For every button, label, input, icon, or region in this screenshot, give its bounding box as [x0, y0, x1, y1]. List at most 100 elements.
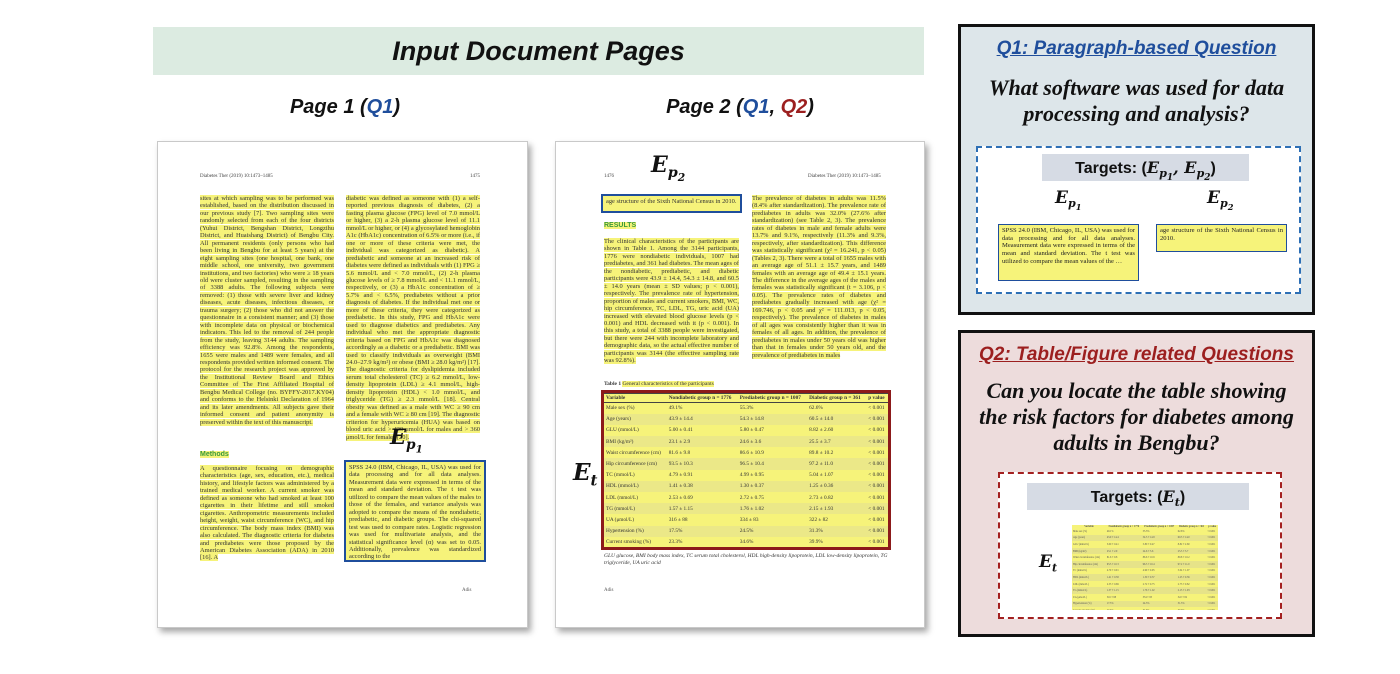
- table-row: UA (μmol/L) 316 ± 88 334 ± 83 322 ± 82 < 0.0…: [604, 514, 888, 525]
- table-cell: 60.5 ± 14.0: [807, 413, 867, 425]
- mini-table-row: Waist circumference (cm) 81.6 ± 9.8 86.6 ±…: [1072, 554, 1218, 561]
- table-header-cell: Nondiabetic group n = 1776: [1108, 525, 1140, 528]
- page1-column1-text: sites at which sampling was to be perfor…: [200, 195, 334, 426]
- table-cell: LDL (mmol/L): [1073, 582, 1089, 586]
- q2-mini-table-header: Variable Nondiabetic group n = 1776 Predia…: [1072, 525, 1218, 528]
- table-cell: 31.3%: [1176, 600, 1207, 608]
- page1-label-suffix: ): [393, 96, 401, 118]
- table-cell: TC (mmol/L): [606, 472, 635, 479]
- table-cell: < 0.001: [1207, 556, 1216, 560]
- table-cell: 1.41 ± 0.38: [666, 480, 738, 492]
- q2-title: Q2: Table/Figure related Questions: [979, 344, 1294, 365]
- mini-table-row: Hip circumference (cm) 93.5 ± 10.3 96.5 ± …: [1072, 560, 1218, 568]
- page1-column2-text: diabetic was defined as someone with (1)…: [346, 195, 480, 441]
- page2-column2-text: The prevalence of diabetes in adults was…: [752, 195, 886, 359]
- mini-table-row: BMI (kg/m²) 23.1 ± 2.9 24.6 ± 3.6 25.5 ± 3.…: [1072, 547, 1218, 555]
- document-page-2: 1476 Diabetes Ther (2019) 10:1473–1485 a…: [555, 141, 925, 628]
- table-cell: GLU (mmol/L): [1073, 542, 1090, 546]
- table-cell: LDL (mmol/L): [606, 494, 639, 501]
- table-cell: 2.53 ± 0.69: [1106, 582, 1119, 586]
- table1-caption-label: Table 1: [604, 381, 622, 387]
- q2-mini-table: Variable Nondiabetic group n = 1776 Predia…: [1072, 525, 1218, 610]
- table-header-cell: Diabetic group n = 361: [1178, 525, 1205, 528]
- mini-table-row: Male sex (%) 49.1% 55.3% 62.6% < 0.001: [1072, 528, 1218, 535]
- table-cell: 49.1%: [1106, 529, 1114, 533]
- table-cell: < 0.001: [1207, 529, 1216, 533]
- table-cell: 5.80 ± 0.47: [1142, 542, 1155, 546]
- table-cell: 24.5%: [737, 525, 808, 537]
- table-cell: Male sex (%): [606, 405, 635, 412]
- table-cell: 316 ± 88: [668, 516, 688, 523]
- page1-column1b-paragraph: A questionnaire focusing on demographic …: [200, 465, 334, 565]
- evidence-box-ep2: age structure of the Sixth National Cens…: [601, 194, 742, 213]
- table-cell: Age (years): [1072, 534, 1106, 542]
- banner-title: Input Document Pages: [392, 35, 685, 66]
- table-cell: 2.15 ± 1.93: [1176, 587, 1207, 594]
- table1-caption: Table 1 General characteristics of the p…: [604, 381, 714, 387]
- page2-column1-text: The clinical characteristics of the part…: [604, 238, 739, 365]
- page1-column1-paragraph: sites at which sampling was to be perfor…: [200, 195, 334, 448]
- table-cell: < 0.001: [1206, 600, 1218, 608]
- table-cell: 8.82 ± 2.60: [809, 427, 834, 434]
- label-et: Et: [573, 459, 598, 490]
- table-cell: 96.5 ± 10.4: [1141, 560, 1177, 568]
- table-row: Hypertension (%) 17.5% 24.5% 31.3% < 0.001: [604, 525, 888, 537]
- table-cell: GLU (mmol/L): [606, 427, 639, 434]
- table-cell: < 0.001: [866, 413, 888, 425]
- table-cell: 23.1 ± 2.9: [1105, 547, 1142, 555]
- table-cell: Hypertension (%): [1072, 600, 1106, 608]
- table-cell: < 0.001: [1207, 595, 1216, 599]
- table-row: TC (mmol/L) 4.79 ± 0.91 4.99 ± 0.95 5.04 ± …: [604, 470, 888, 481]
- table-cell: 60.5 ± 14.0: [1176, 534, 1207, 542]
- table1-caption-text: General characteristics of the participa…: [622, 381, 714, 387]
- table-cell: 334 ± 83: [739, 516, 759, 523]
- q2-panel: Q2: Table/Figure related Questions Can y…: [958, 330, 1315, 637]
- page2-label: Page 2 (Q1, Q2): [620, 96, 860, 119]
- table-cell: < 0.001: [1206, 534, 1218, 542]
- page2-label-q2: Q2: [780, 96, 808, 118]
- table-cell: 5.00 ± 0.41: [1106, 542, 1119, 546]
- table-cell: 24.5%: [1141, 600, 1177, 608]
- table1: Variable Nondiabetic group n = 1776 Predia…: [604, 393, 888, 548]
- table-cell: 4.99 ± 0.95: [1142, 569, 1155, 573]
- q1-evidence-ep2-snippet: age structure of the Sixth National Cens…: [1156, 224, 1287, 252]
- table-cell: TC (mmol/L): [1073, 569, 1088, 573]
- q2-targets-box: Targets: (Et) Et Variable Nondiabetic gro…: [998, 472, 1282, 619]
- table-row: BMI (kg/m²) 23.1 ± 2.9 24.6 ± 3.6 25.5 ± 3.…: [604, 436, 888, 448]
- page2-column2-paragraph: The prevalence of diabetes in adults was…: [752, 195, 886, 373]
- page2-label-prefix: Page 2 (: [666, 96, 743, 118]
- table-cell: 2.73 ± 0.82: [1177, 582, 1190, 586]
- table-cell: 322 ± 82: [1177, 595, 1187, 599]
- document-pages-banner: Input Document Pages: [153, 27, 924, 75]
- q1-title: Q1: Paragraph-based Question: [996, 38, 1277, 59]
- table-cell: < 0.001: [866, 525, 888, 537]
- page1-label-prefix: Page 1 (: [289, 96, 367, 118]
- q1-targets-label: Targets: (Ep1, Ep2): [1042, 154, 1249, 183]
- page1-header-right: 1475: [470, 174, 480, 179]
- table-cell: Waist circumference (cm): [606, 449, 661, 456]
- table-cell: 62.6%: [809, 405, 823, 412]
- table-cell: 1.25 ± 0.36: [807, 480, 867, 492]
- table-cell: < 0.001: [866, 503, 888, 515]
- table-row: Hip circumference (cm) 93.5 ± 10.3 96.5 ± …: [604, 458, 888, 470]
- table-row: GLU (mmol/L) 5.00 ± 0.41 5.80 ± 0.47 8.82 ±…: [604, 425, 888, 436]
- table-header-cell: Prediabetic group n = 1007: [737, 393, 808, 403]
- evidence-box-et: Variable Nondiabetic group n = 1776 Predia…: [601, 390, 891, 550]
- table-cell: 81.6 ± 9.8: [668, 449, 691, 456]
- table-cell: 96.5 ± 10.4: [737, 458, 808, 470]
- table1-header-row: Variable Nondiabetic group n = 1776 Predia…: [604, 393, 888, 403]
- table-cell: Current smoking (%): [1072, 607, 1106, 610]
- table-cell: 2.53 ± 0.69: [668, 494, 693, 501]
- table-cell: 1.30 ± 0.37: [737, 480, 808, 492]
- table-cell: < 0.001: [868, 427, 885, 434]
- q2-mini-table-body: Male sex (%) 49.1% 55.3% 62.6% < 0.001 Age (y…: [1072, 528, 1218, 610]
- table-cell: UA (μmol/L): [1073, 595, 1087, 599]
- table1-body: Male sex (%) 49.1% 55.3% 62.6% < 0.001 Age (y…: [604, 403, 888, 548]
- table-row: Waist circumference (cm) 81.6 ± 9.8 86.6 ±…: [604, 447, 888, 458]
- table-cell: 25.5 ± 3.7: [807, 436, 867, 448]
- page1-label-q1: Q1: [366, 96, 394, 118]
- page1-header-left: Diabetes Ther (2019) 10:1473–1485: [200, 174, 273, 179]
- table-cell: UA (μmol/L): [606, 516, 634, 523]
- q2-targets-label: Targets: (Et): [1027, 483, 1249, 510]
- table-cell: 23.1 ± 2.9: [666, 436, 738, 448]
